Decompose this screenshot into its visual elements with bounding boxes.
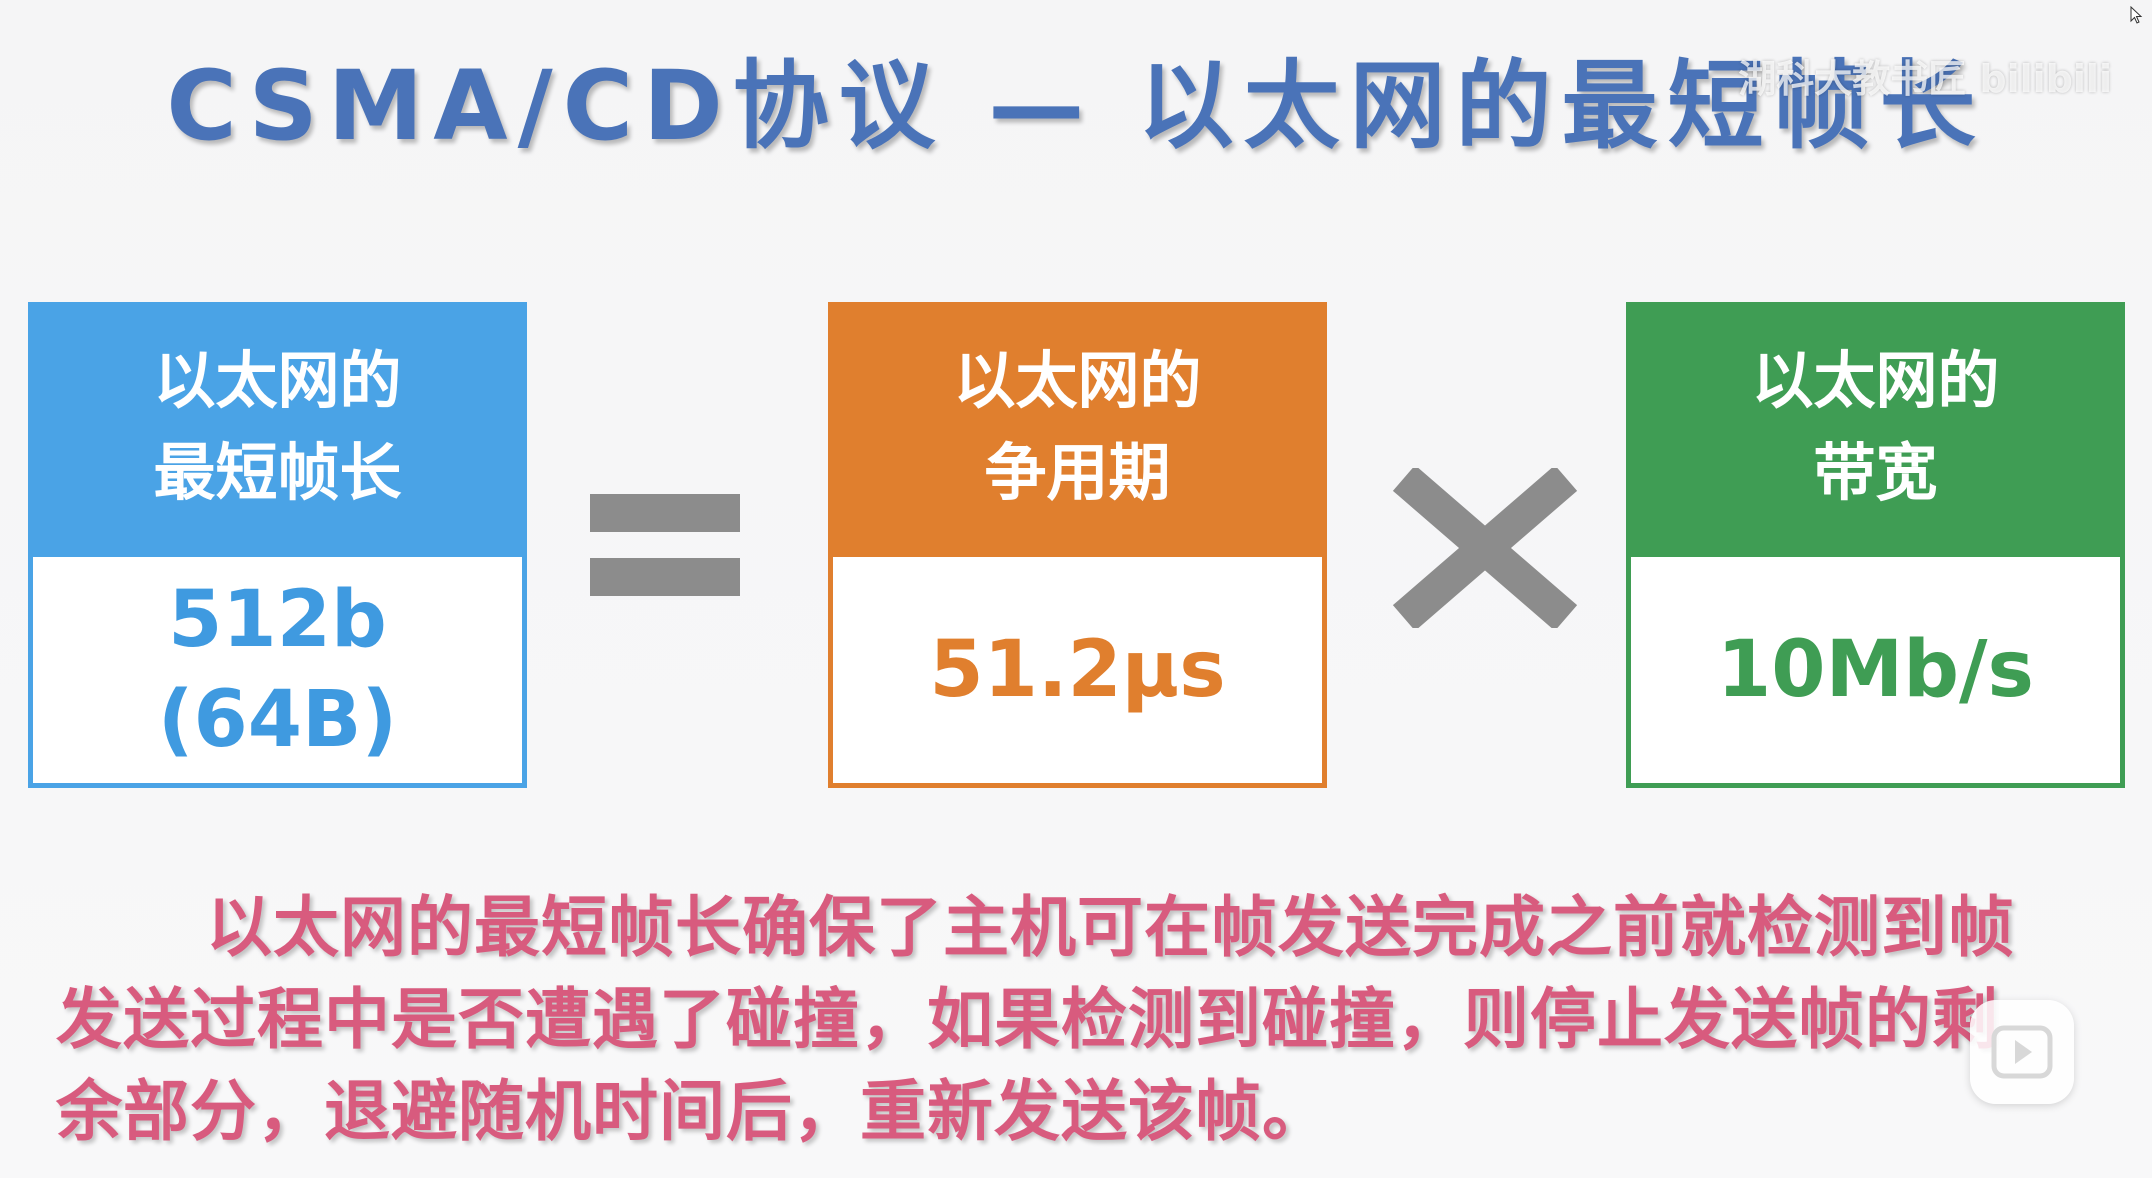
bandwidth-label-line1: 以太网的 — [1751, 344, 2000, 417]
contention-period-header: 以太网的 争用期 — [833, 307, 1322, 557]
min-frame-length-label-line1: 以太网的 — [153, 344, 402, 417]
min-frame-length-header: 以太网的 最短帧长 — [33, 307, 522, 557]
bandwidth-header: 以太网的 带宽 — [1631, 307, 2120, 557]
cursor-icon — [2130, 6, 2143, 24]
contention-period-value: 51.2μs — [929, 625, 1226, 715]
min-frame-length-bits: 512b — [168, 575, 387, 665]
contention-period-box: 以太网的 争用期 51.2μs — [828, 302, 1327, 788]
bandwidth-value: 10Mb/s — [1717, 625, 2034, 715]
description: 以太网的最短帧长确保了主机可在帧发送完成之前就检测到帧发送过程中是否遭遇了碰撞，… — [56, 882, 2056, 1158]
min-frame-length-label-line2: 最短帧长 — [153, 436, 402, 509]
play-icon — [1991, 1025, 2053, 1079]
play-button[interactable] — [1970, 1000, 2074, 1104]
equals-icon — [590, 494, 740, 596]
min-frame-length-bytes: (64B) — [157, 675, 398, 765]
bandwidth-label-line2: 带宽 — [1813, 436, 1938, 509]
watermark: 湖科大教书匠 bilibili — [1738, 57, 2112, 101]
contention-period-label-line1: 以太网的 — [953, 344, 1202, 417]
contention-period-label-line2: 争用期 — [984, 436, 1171, 509]
times-icon — [1392, 468, 1578, 628]
min-frame-length-box: 以太网的 最短帧长 512b (64B) — [28, 302, 527, 788]
bandwidth-box: 以太网的 带宽 10Mb/s — [1626, 302, 2125, 788]
min-frame-length-value: 512b (64B) — [33, 557, 522, 783]
slide: CSMA/CD协议 — 以太网的最短帧长 湖科大教书匠 bilibili 以太网… — [0, 0, 2152, 1178]
description-text: 以太网的最短帧长确保了主机可在帧发送完成之前就检测到帧发送过程中是否遭遇了碰撞，… — [56, 889, 2015, 1150]
